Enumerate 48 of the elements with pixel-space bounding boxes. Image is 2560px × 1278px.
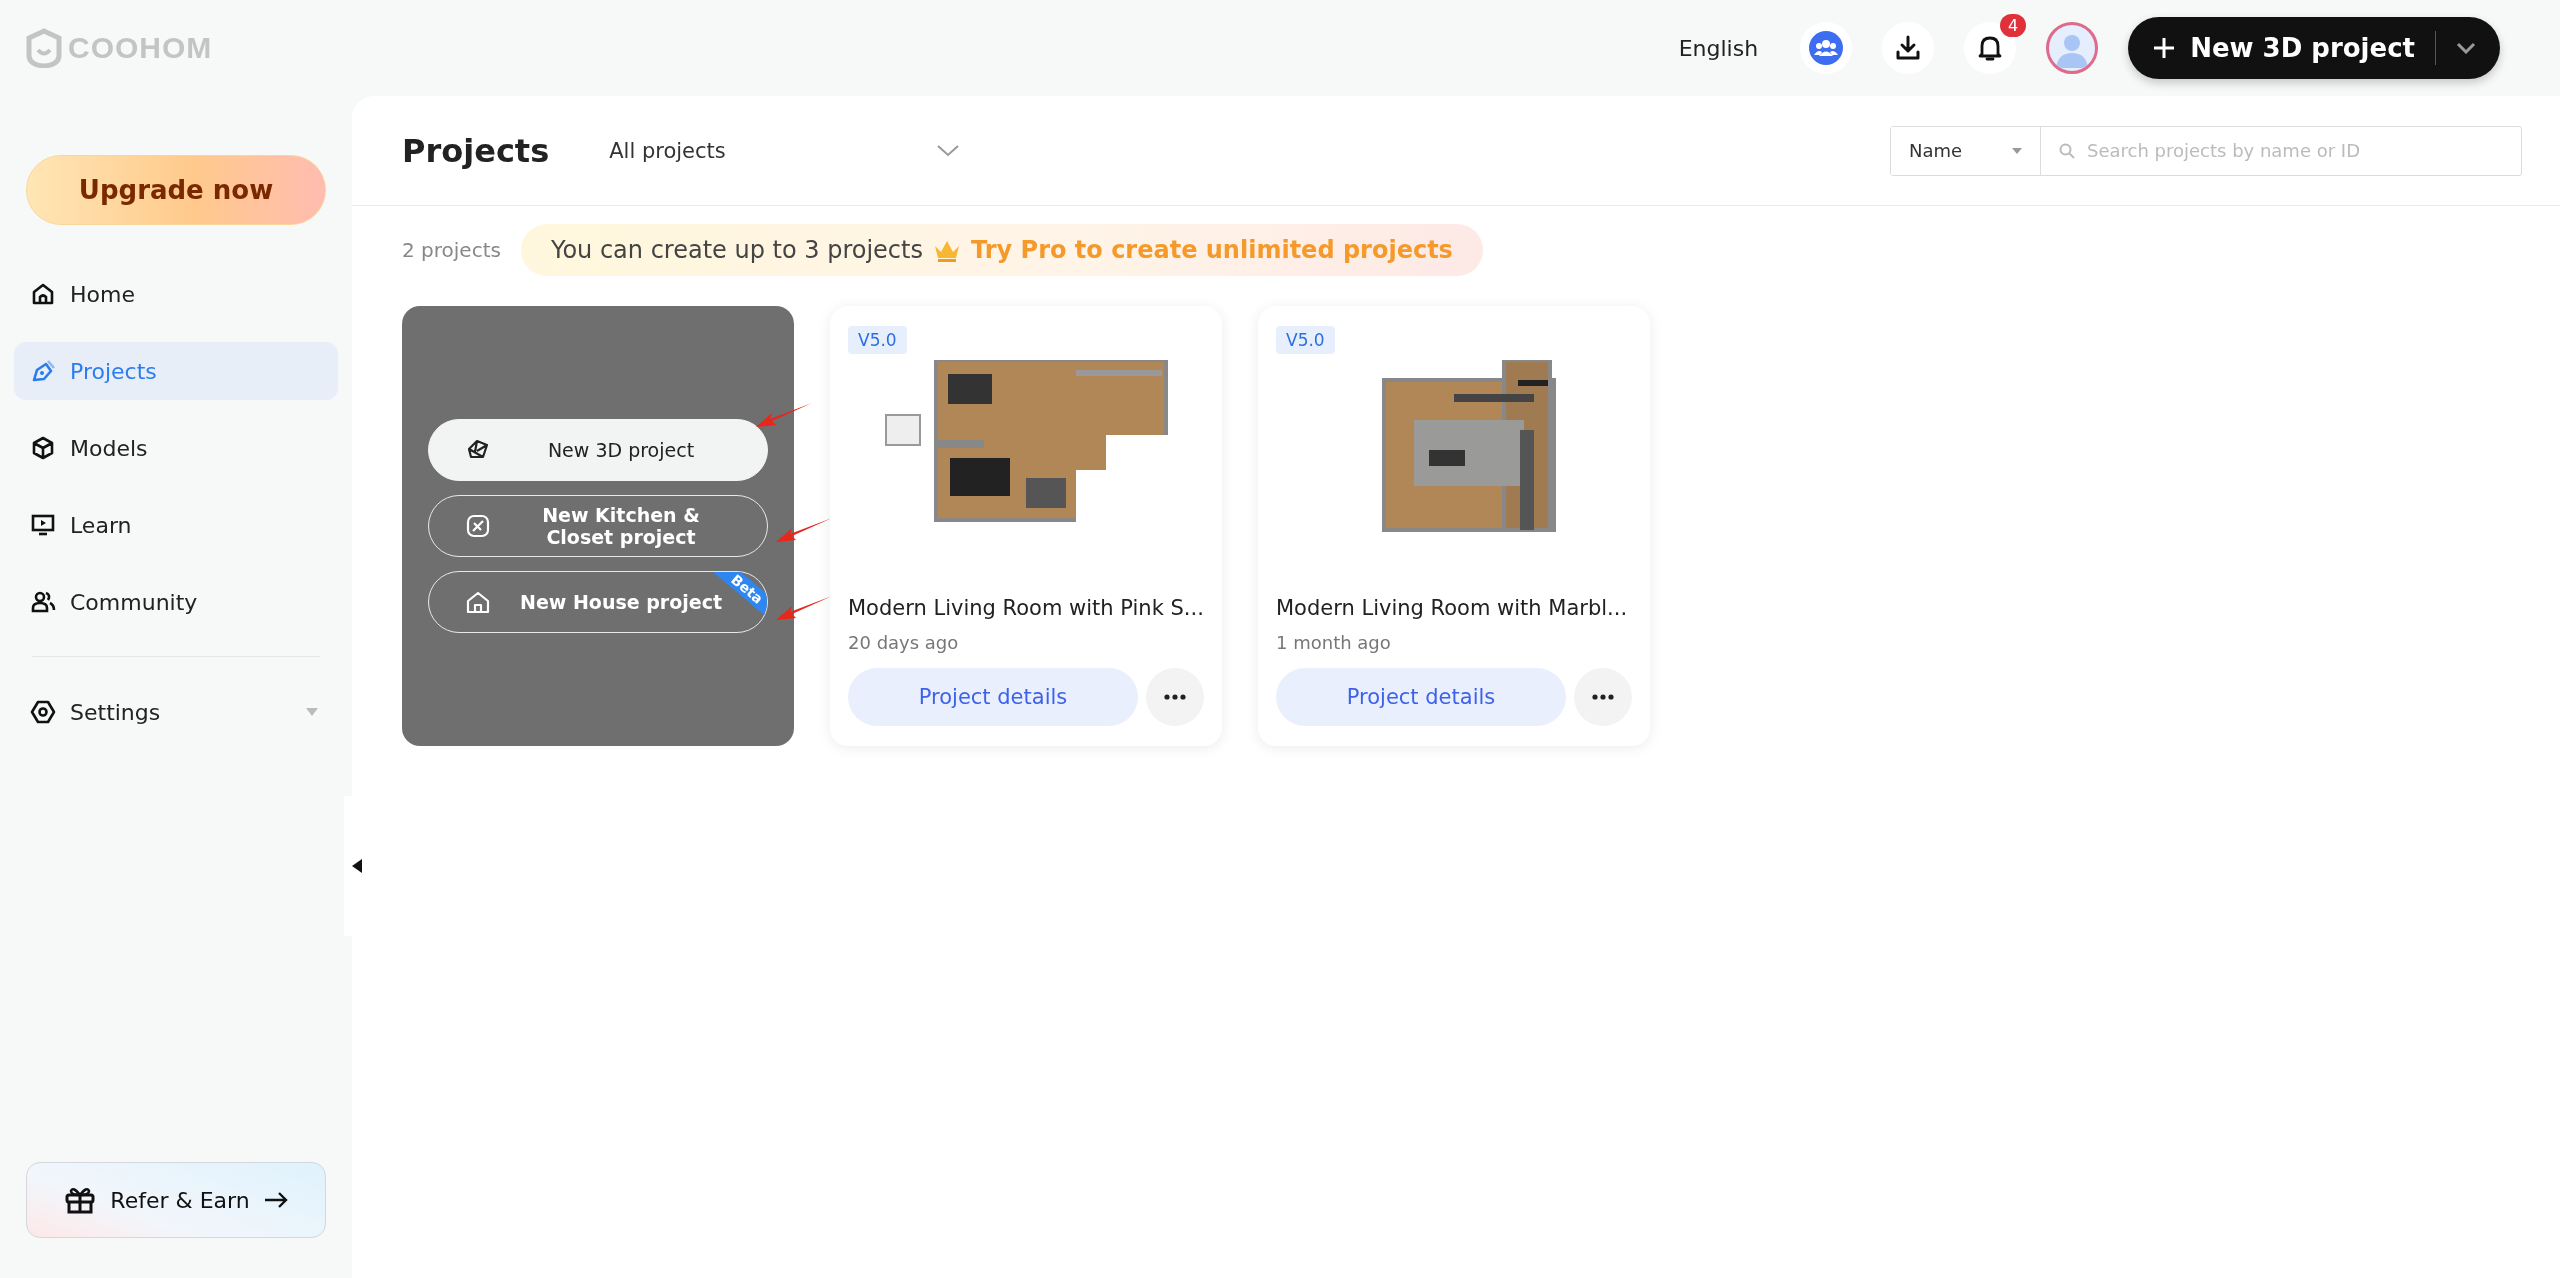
page-title: Projects bbox=[402, 131, 550, 170]
avatar[interactable] bbox=[2046, 22, 2099, 74]
sort-dropdown[interactable]: Name bbox=[1891, 126, 2041, 175]
refer-earn-button[interactable]: Refer & Earn bbox=[26, 1162, 326, 1238]
sidebar-item[interactable]: Community bbox=[14, 573, 338, 631]
settings-item[interactable]: Settings bbox=[14, 683, 338, 741]
bell-icon bbox=[1977, 34, 2004, 62]
sidebar-item[interactable]: Home bbox=[14, 265, 338, 323]
project-count: 2 projects bbox=[402, 238, 501, 262]
limit-text: You can create up to 3 projects bbox=[550, 236, 923, 264]
notification-count: 4 bbox=[1999, 14, 2027, 37]
create-option-button[interactable]: New 3D project bbox=[428, 419, 768, 481]
version-tag: V5.0 bbox=[848, 326, 907, 354]
new-project-button[interactable]: New 3D project bbox=[2128, 17, 2500, 79]
house-icon bbox=[465, 589, 491, 615]
project-details-button[interactable]: Project details bbox=[1276, 668, 1566, 726]
version-tag: V5.0 bbox=[1276, 326, 1335, 354]
project-details-button[interactable]: Project details bbox=[848, 668, 1138, 726]
gear-icon bbox=[30, 699, 56, 725]
pen-icon bbox=[30, 358, 56, 384]
upgrade-button[interactable]: Upgrade now bbox=[26, 155, 326, 225]
project-title: Modern Living Room with Marbl... bbox=[1276, 596, 1629, 620]
modified-time: 20 days ago bbox=[848, 632, 960, 653]
project-filter-dropdown[interactable]: All projects bbox=[609, 138, 960, 163]
more-icon bbox=[1164, 694, 1186, 700]
project-card[interactable]: V5.0 Modern Living Room with Pink S... 20 days ago Project details bbox=[830, 306, 1222, 746]
cube-icon bbox=[30, 435, 56, 461]
modified-time: 1 month ago bbox=[1276, 632, 1392, 653]
plus-icon bbox=[2152, 36, 2177, 60]
project-card[interactable]: V5.0 Modern Living Room with Marbl... 1 month ago Project details bbox=[1258, 306, 1650, 746]
sidebar-item[interactable]: Learn bbox=[14, 496, 338, 554]
team-icon bbox=[1809, 31, 1844, 65]
project-title: Modern Living Room with Pink S... bbox=[848, 596, 1204, 620]
sidebar-item[interactable]: Models bbox=[14, 419, 338, 477]
caret-icon bbox=[2012, 147, 2022, 154]
home-icon bbox=[30, 281, 56, 307]
search-bar[interactable]: Name Search projects by name or ID bbox=[1890, 125, 2522, 176]
people-icon bbox=[30, 589, 56, 615]
more-icon bbox=[1592, 694, 1614, 700]
language-selector[interactable]: English bbox=[1678, 35, 1759, 61]
logo-icon bbox=[26, 28, 62, 68]
video-icon bbox=[30, 512, 56, 538]
collapse-icon bbox=[352, 859, 362, 873]
caret-icon bbox=[2456, 42, 2476, 54]
download-icon bbox=[1894, 34, 1923, 62]
arrow-right-icon bbox=[263, 1191, 288, 1209]
chevron-down-icon bbox=[937, 144, 960, 157]
search-icon bbox=[2059, 142, 2075, 159]
